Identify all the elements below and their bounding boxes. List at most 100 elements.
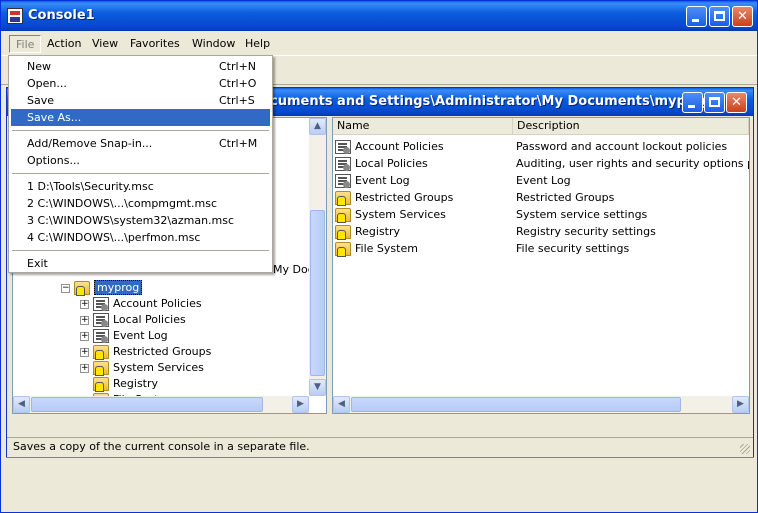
menu-item-label: Save As... <box>27 111 82 124</box>
inner-minimize-button[interactable] <box>682 92 703 113</box>
inner-maximize-button[interactable] <box>704 92 725 113</box>
menu-item-label: 2 C:\WINDOWS\...\compmgmt.msc <box>27 197 218 210</box>
tree-node-label: Registry <box>113 377 159 390</box>
scroll-up-icon[interactable]: ▲ <box>309 118 326 135</box>
menu-item-recent-2[interactable]: 2 C:\WINDOWS\...\compmgmt.msc <box>11 195 270 212</box>
resize-grip-icon[interactable] <box>740 444 750 454</box>
menu-item-shortcut: Ctrl+N <box>219 60 257 73</box>
expand-icon[interactable]: + <box>80 299 89 309</box>
close-icon: ✕ <box>731 95 742 110</box>
menu-item-add-remove-snapin[interactable]: Add/Remove Snap-in... Ctrl+M <box>11 135 270 152</box>
menu-item-shortcut: Ctrl+O <box>219 77 257 90</box>
list-item-name: Restricted Groups <box>355 191 454 204</box>
policy-icon <box>335 157 351 171</box>
list-item[interactable]: Event Log Event Log <box>333 172 749 189</box>
tree-node-myprog[interactable]: − myprog <box>61 280 143 296</box>
list-item-name: File System <box>355 242 418 255</box>
menu-separator <box>12 250 269 251</box>
list-item[interactable]: Account Policies Password and account lo… <box>333 138 749 155</box>
menu-item-recent-3[interactable]: 3 C:\WINDOWS\system32\azman.msc <box>11 212 270 229</box>
minimize-icon <box>688 105 695 108</box>
list-item[interactable]: Registry Registry security settings <box>333 223 749 240</box>
list-item[interactable]: System Services System service settings <box>333 206 749 223</box>
tree-node-system-services[interactable]: + System Services <box>80 360 204 376</box>
folder-lock-icon <box>335 208 351 223</box>
menu-item-options[interactable]: Options... <box>11 152 270 169</box>
tree-node-event-log[interactable]: + Event Log <box>80 328 168 344</box>
scroll-right-icon[interactable]: ▶ <box>292 396 309 413</box>
menu-item-label: Add/Remove Snap-in... <box>27 137 153 150</box>
tree-node-registry[interactable]: Registry <box>93 376 158 392</box>
scroll-left-icon[interactable]: ◀ <box>13 396 30 413</box>
menu-favorites[interactable]: Favorites <box>124 35 186 53</box>
menu-file[interactable]: File <box>9 35 42 53</box>
tree-node-label: Local Policies <box>113 313 186 326</box>
expand-icon[interactable]: + <box>80 315 89 325</box>
close-button[interactable]: ✕ <box>732 6 753 27</box>
list-item-name: System Services <box>355 208 446 221</box>
tree-node-restricted-groups[interactable]: + Restricted Groups <box>80 344 211 360</box>
inner-close-button[interactable]: ✕ <box>726 92 747 113</box>
folder-lock-icon <box>93 361 109 376</box>
list-item-description: Event Log <box>516 174 571 187</box>
menu-item-label: 1 D:\Tools\Security.msc <box>27 180 154 193</box>
folder-lock-icon <box>93 345 109 360</box>
menu-item-save[interactable]: Save Ctrl+S <box>11 92 270 109</box>
mmc-app-icon[interactable] <box>7 8 23 24</box>
tree-hscroll-thumb[interactable] <box>31 397 263 412</box>
menu-item-recent-4[interactable]: 4 C:\WINDOWS\...\perfmon.msc <box>11 229 270 246</box>
tree-horizontal-scrollbar[interactable]: ◀ ▶ <box>13 396 309 413</box>
folder-lock-icon <box>93 377 109 392</box>
file-menu-dropdown: New Ctrl+N Open... Ctrl+O Save Ctrl+S Save … <box>8 55 273 273</box>
list-item-name: Account Policies <box>355 140 444 153</box>
list-item[interactable]: File System File security settings <box>333 240 749 257</box>
tree-node-account-policies[interactable]: + Account Policies <box>80 296 202 312</box>
expand-icon[interactable]: + <box>80 363 89 373</box>
list-item-name: Registry <box>355 225 401 238</box>
expand-icon[interactable]: + <box>80 347 89 357</box>
menu-item-save-as[interactable]: Save As... <box>11 109 270 126</box>
minimize-icon <box>692 19 699 22</box>
menu-item-recent-1[interactable]: 1 D:\Tools\Security.msc <box>11 178 270 195</box>
scroll-down-icon[interactable]: ▼ <box>309 379 326 396</box>
expand-icon[interactable]: + <box>80 331 89 341</box>
menu-item-open[interactable]: Open... Ctrl+O <box>11 75 270 92</box>
tree-vertical-scrollbar[interactable]: ▲ ▼ <box>309 118 326 396</box>
list-item-description: File security settings <box>516 242 630 255</box>
minimize-button[interactable] <box>686 6 707 27</box>
tree-node-partial-parent[interactable]: My Doc <box>273 262 314 278</box>
folder-lock-icon <box>335 191 351 206</box>
scroll-right-icon[interactable]: ▶ <box>732 396 749 413</box>
menu-window[interactable]: Window <box>186 35 241 53</box>
tree-node-label: Restricted Groups <box>113 345 212 358</box>
tree-node-local-policies[interactable]: + Local Policies <box>80 312 186 328</box>
menu-item-label: 3 C:\WINDOWS\system32\azman.msc <box>27 214 235 227</box>
menu-item-new[interactable]: New Ctrl+N <box>11 58 270 75</box>
list-item-description: Registry security settings <box>516 225 656 238</box>
list-item[interactable]: Local Policies Auditing, user rights and… <box>333 155 749 172</box>
list-item-description: Password and account lockout policies <box>516 140 728 153</box>
window-title: Console1 <box>28 8 95 23</box>
policy-icon <box>93 313 109 327</box>
policy-icon <box>335 140 351 154</box>
list-item[interactable]: Restricted Groups Restricted Groups <box>333 189 749 206</box>
list-hscroll-thumb[interactable] <box>351 397 681 412</box>
list-horizontal-scrollbar[interactable]: ◀ ▶ <box>333 396 749 413</box>
menu-item-label: Exit <box>27 257 48 270</box>
tree-node-label: Event Log <box>113 329 168 342</box>
maximize-button[interactable] <box>709 6 730 27</box>
tree-vscroll-thumb[interactable] <box>310 210 325 376</box>
menu-action[interactable]: Action <box>41 35 87 53</box>
list-item-description: Restricted Groups <box>516 191 615 204</box>
scroll-left-icon[interactable]: ◀ <box>333 396 350 413</box>
details-pane[interactable]: Name Description Account Policies Passwo… <box>332 117 750 414</box>
menu-item-label: Save <box>27 94 55 107</box>
menu-help[interactable]: Help <box>239 35 276 53</box>
menu-view[interactable]: View <box>86 35 124 53</box>
column-header-name[interactable]: Name <box>333 118 513 135</box>
column-header-description[interactable]: Description <box>513 118 749 135</box>
title-bar[interactable]: Console1 ✕ <box>1 1 757 31</box>
menu-item-exit[interactable]: Exit <box>11 255 270 272</box>
collapse-icon[interactable]: − <box>61 283 70 293</box>
tree-node-label: System Services <box>113 361 204 374</box>
